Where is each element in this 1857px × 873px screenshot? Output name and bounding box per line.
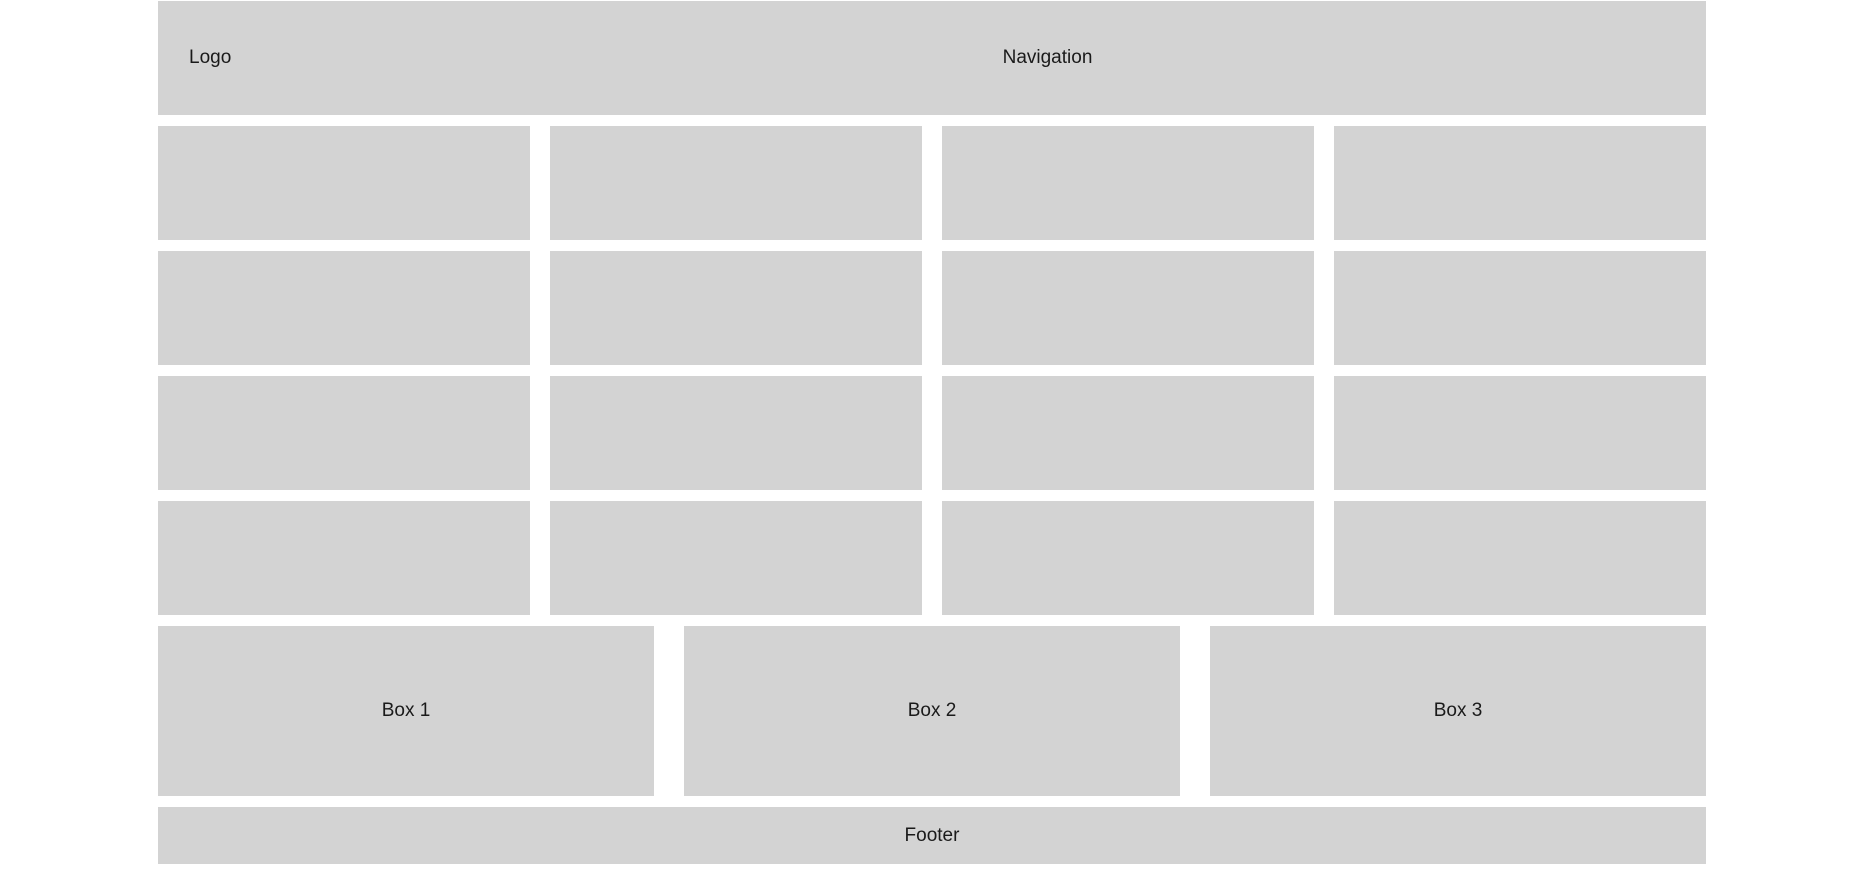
grid-tile (550, 126, 922, 240)
grid-tile (942, 376, 1314, 490)
grid-tile (550, 251, 922, 365)
footer: Footer (158, 807, 1706, 864)
grid-tile (942, 251, 1314, 365)
grid-tile (158, 126, 530, 240)
grid-tile (942, 501, 1314, 615)
grid-tile (550, 501, 922, 615)
grid-tile (1334, 501, 1706, 615)
box-1: Box 1 (158, 626, 654, 796)
grid-tile (158, 251, 530, 365)
grid-tile (550, 376, 922, 490)
page-layout: Logo Navigation Box 1 Box 2 Box 3 Footer (158, 1, 1706, 864)
box-row: Box 1 Box 2 Box 3 (158, 626, 1706, 796)
box-3: Box 3 (1210, 626, 1706, 796)
grid-tile (158, 376, 530, 490)
grid-tile (1334, 251, 1706, 365)
grid-tile (1334, 126, 1706, 240)
grid-tile (158, 501, 530, 615)
header: Logo Navigation (158, 1, 1706, 115)
box-2: Box 2 (684, 626, 1180, 796)
tile-grid (158, 126, 1706, 615)
grid-tile (942, 126, 1314, 240)
grid-tile (1334, 376, 1706, 490)
navigation[interactable]: Navigation (158, 1, 1706, 115)
